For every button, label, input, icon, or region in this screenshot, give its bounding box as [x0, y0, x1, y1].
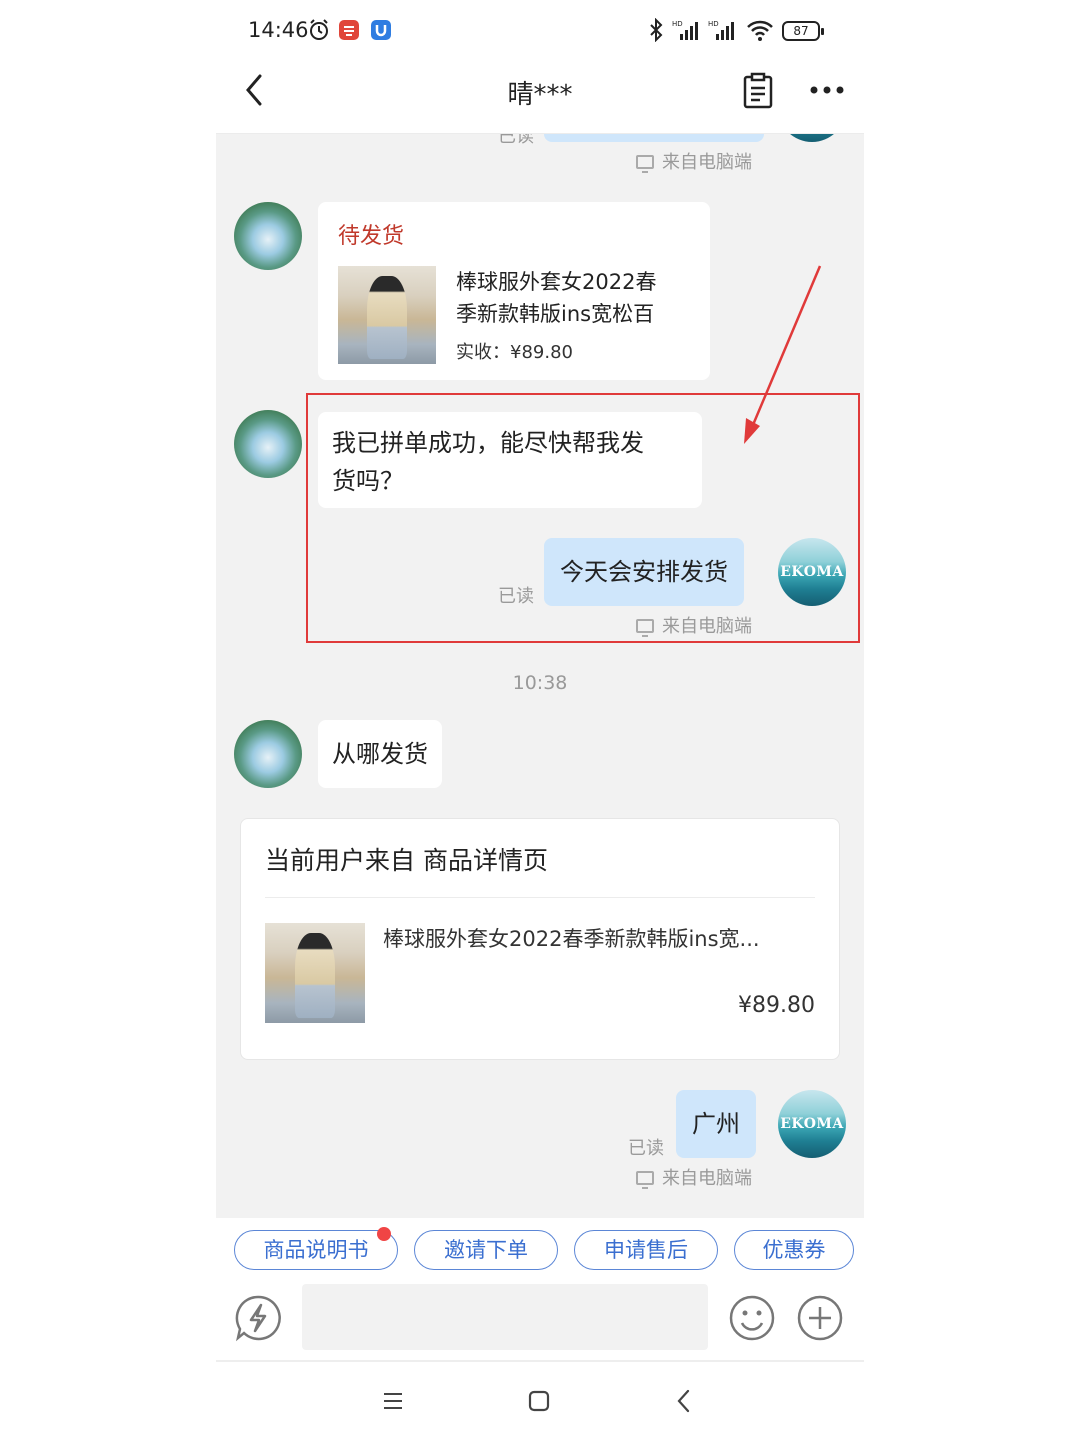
message-input-bar	[216, 1284, 864, 1362]
customer-message: 我已拼单成功，能尽快帮我发 货吗？	[318, 412, 702, 508]
add-plus-icon[interactable]	[796, 1294, 844, 1342]
bluetooth-icon	[650, 18, 663, 42]
status-time: 14:46	[248, 18, 309, 42]
seller-avatar[interactable]: EKOMA	[778, 1090, 846, 1158]
product-manual-button[interactable]: 商品说明书	[234, 1227, 398, 1270]
seller-message: 今天会安排发货	[544, 538, 744, 606]
product-price: ¥89.80	[738, 993, 815, 1018]
quick-reply-lightning-icon[interactable]	[234, 1294, 282, 1342]
message-source: 来自电脑端	[636, 148, 752, 174]
signal-hd-1-icon: HD	[672, 20, 698, 40]
product-thumbnail	[338, 266, 436, 364]
menu-icon[interactable]	[382, 1392, 404, 1410]
read-status: 已读	[498, 134, 534, 147]
emoji-icon[interactable]	[728, 1294, 776, 1342]
alarm-icon	[310, 19, 328, 40]
read-status: 已读	[628, 1138, 664, 1159]
user-source-card[interactable]: 当前用户来自 商品详情页 棒球服外套女2022春季新款韩版ins宽... ¥89…	[240, 818, 840, 1060]
svg-text:HD: HD	[708, 20, 719, 28]
system-navigation-bar	[216, 1362, 864, 1439]
source-heading: 当前用户来自 商品详情页	[265, 846, 548, 875]
order-clipboard-icon[interactable]	[742, 72, 774, 110]
message-input-field[interactable]	[302, 1284, 708, 1350]
app-u-icon	[371, 20, 391, 40]
annotation-arrow	[744, 265, 822, 444]
after-sales-button[interactable]: 申请售后	[574, 1230, 718, 1270]
message-source: 来自电脑端	[636, 612, 752, 638]
monitor-icon	[636, 1171, 654, 1189]
phone-screen: 14:46 HD HD 87 晴*** 已读 来自电脑端 待发货 棒球服外套女2…	[216, 0, 864, 1439]
signal-hd-2-icon: HD	[708, 20, 734, 40]
order-price: 实收：¥89.80	[456, 342, 573, 363]
seller-message: 广州	[676, 1090, 756, 1158]
monitor-icon	[636, 619, 654, 637]
status-bar: 14:46 HD HD 87	[216, 0, 864, 62]
home-square-icon[interactable]	[528, 1390, 550, 1412]
svg-text:HD: HD	[672, 20, 683, 28]
customer-message: 从哪发货	[318, 720, 442, 788]
chat-messages-area[interactable]: 已读 EKOMA 来自电脑端 待发货 棒球服外套女2022春 季新款韩版ins宽…	[216, 134, 864, 1218]
quick-action-bar: 商品说明书 邀请下单 申请售后 优惠券	[216, 1218, 864, 1284]
partial-seller-bubble	[544, 134, 764, 142]
more-options-icon[interactable]	[808, 78, 846, 102]
back-triangle-icon[interactable]	[676, 1388, 692, 1414]
customer-avatar[interactable]	[234, 720, 302, 788]
app-notification-icon	[339, 20, 359, 40]
battery-indicator: 87	[782, 21, 824, 41]
seller-avatar[interactable]: EKOMA	[778, 538, 846, 606]
monitor-icon	[636, 155, 654, 173]
product-name: 棒球服外套女2022春季新款韩版ins宽...	[383, 927, 760, 951]
invite-order-button[interactable]: 邀请下单	[414, 1230, 558, 1270]
customer-avatar[interactable]	[234, 202, 302, 270]
chat-header: 晴***	[216, 62, 864, 134]
wifi-icon	[747, 20, 773, 41]
message-source: 来自电脑端	[636, 1164, 752, 1190]
coupon-button[interactable]: 优惠券	[734, 1230, 854, 1270]
seller-avatar[interactable]: EKOMA	[778, 134, 846, 142]
order-card[interactable]: 待发货 棒球服外套女2022春 季新款韩版ins宽松百 实收：¥89.80	[318, 202, 710, 380]
divider	[265, 897, 815, 898]
notification-dot	[377, 1227, 391, 1241]
customer-avatar[interactable]	[234, 410, 302, 478]
order-status: 待发货	[338, 224, 405, 249]
read-status: 已读	[498, 586, 534, 607]
order-product-title: 棒球服外套女2022春 季新款韩版ins宽松百	[456, 270, 657, 326]
message-timestamp: 10:38	[512, 672, 568, 694]
product-thumbnail	[265, 923, 365, 1023]
